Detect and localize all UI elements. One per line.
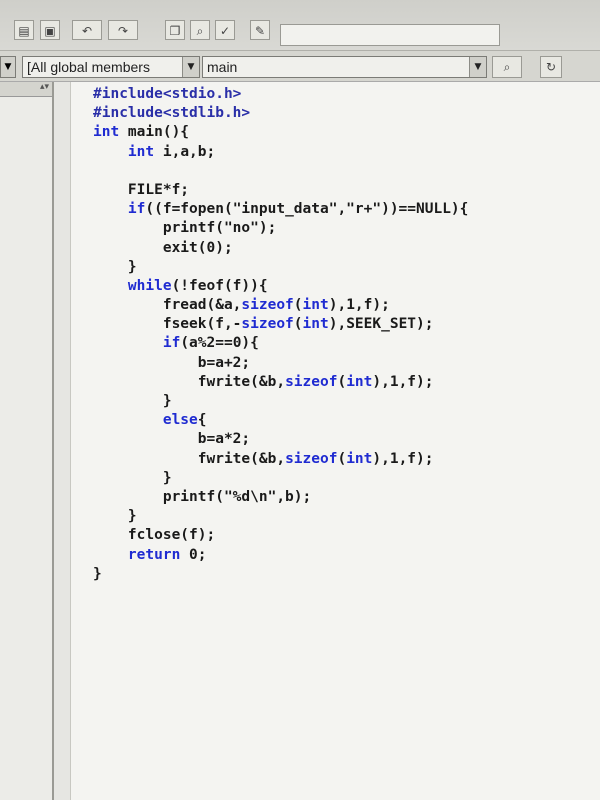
code-line: } <box>93 508 137 525</box>
pin-icon[interactable]: ✎ <box>250 20 270 40</box>
panel-controls[interactable]: ▴▾ <box>0 82 52 97</box>
member-combo[interactable]: main ▼ <box>202 56 487 78</box>
code-line: } <box>93 393 172 409</box>
code-editor[interactable]: #include<stdio.h> #include<stdlib.h> int m… <box>71 82 600 800</box>
code-line: fclose(f); <box>93 527 216 544</box>
code-line: fwrite(&b,sizeof(int),1,f); <box>93 450 434 467</box>
code-line: fseek(f,-sizeof(int),SEEK_SET); <box>93 316 434 333</box>
workspace-panel[interactable]: ▴▾ <box>0 82 54 800</box>
editor-gutter <box>54 82 71 800</box>
code-line: b=a*2; <box>93 431 251 448</box>
code-line: FILE*f; <box>93 181 190 198</box>
ide-window: ▤ ▣ ↶ ↷ ❐ ⌕ ✓ ✎ ▼ [All global members ▼ … <box>0 0 600 800</box>
navigation-bar: ▼ [All global members ▼ main ▼ ⌕ ↻ <box>0 51 600 82</box>
refresh-icon[interactable]: ↻ <box>540 56 562 78</box>
scope-combo-value: [All global members <box>27 59 150 75</box>
code-line: #include<stdlib.h> <box>93 105 251 122</box>
scope-combo[interactable]: [All global members ▼ <box>22 56 200 78</box>
chevron-down-icon[interactable]: ▼ <box>182 57 199 77</box>
code-line: } <box>93 258 137 275</box>
code-line: return 0; <box>127 546 207 563</box>
code-line: } <box>93 565 102 582</box>
toolbar-find-input[interactable] <box>280 24 500 46</box>
code-line: fread(&a,sizeof(int),1,f); <box>93 297 390 314</box>
code-line: } <box>93 469 172 486</box>
code-line: #include<stdio.h> <box>93 86 242 102</box>
search-icon[interactable]: ⌕ <box>492 56 522 78</box>
member-combo-value: main <box>207 59 238 75</box>
redo-icon[interactable]: ↷ <box>108 20 138 40</box>
code-line: b=a+2; <box>93 354 251 371</box>
code-line: int main(){ <box>93 124 190 141</box>
chevron-down-icon[interactable]: ▼ <box>0 56 16 78</box>
code-line: while(!feof(f)){ <box>127 277 268 294</box>
window-icon[interactable]: ❐ <box>165 20 185 40</box>
bookmark-icon[interactable]: ✓ <box>215 20 235 40</box>
chevron-down-icon[interactable]: ▼ <box>469 57 486 77</box>
code-line: fwrite(&b,sizeof(int),1,f); <box>93 373 434 390</box>
main-toolbar: ▤ ▣ ↶ ↷ ❐ ⌕ ✓ ✎ <box>0 0 600 51</box>
save-all-icon[interactable]: ▤ <box>14 20 34 40</box>
undo-icon[interactable]: ↶ <box>72 20 102 40</box>
find-icon[interactable]: ⌕ <box>190 20 210 40</box>
save-icon[interactable]: ▣ <box>40 20 60 40</box>
code-line: printf("no"); <box>93 220 277 237</box>
code-line: if(a%2==0){ <box>162 335 259 352</box>
code-line: exit(0); <box>93 239 233 256</box>
code-line: if((f=fopen("input_data","r+"))==NULL){ <box>127 201 469 218</box>
code-line: int i,a,b; <box>127 143 216 160</box>
code-line: else{ <box>162 412 207 429</box>
code-line: printf("%d\n",b); <box>93 488 312 505</box>
source-code[interactable]: #include<stdio.h> #include<stdlib.h> int m… <box>93 85 468 584</box>
